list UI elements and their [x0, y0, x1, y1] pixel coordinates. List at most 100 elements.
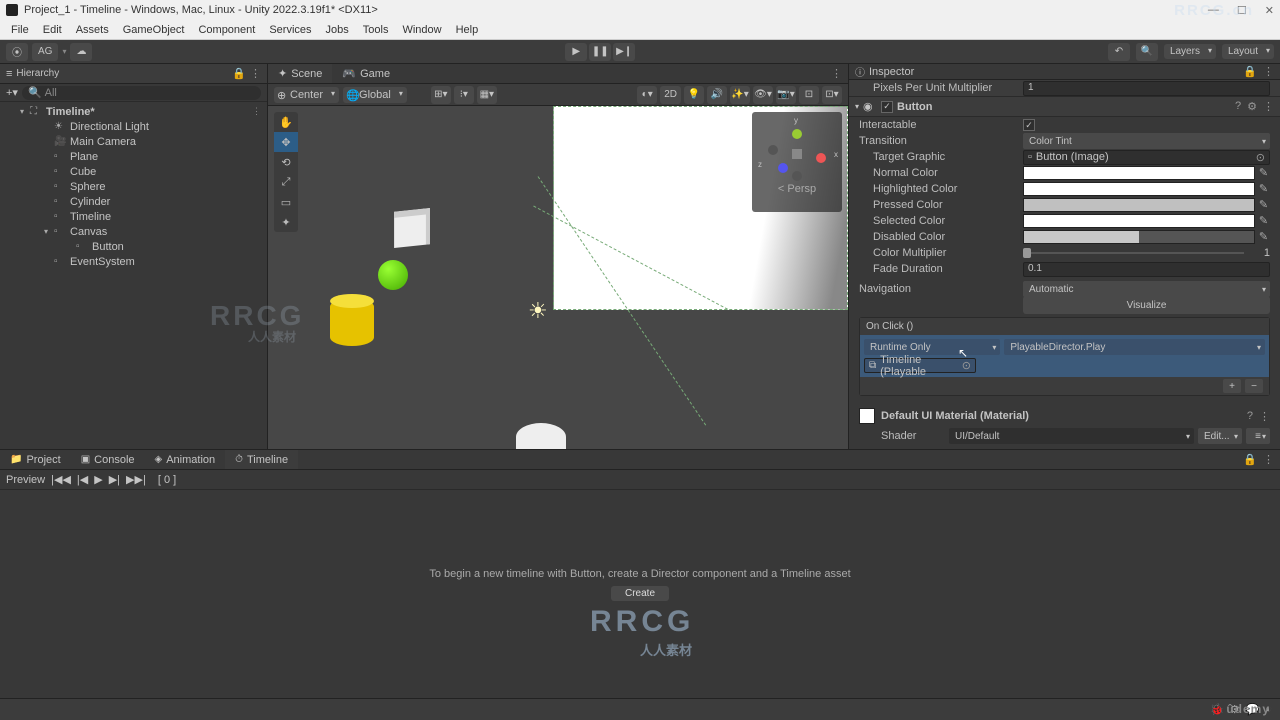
- pause-button[interactable]: ❚❚: [589, 43, 611, 61]
- space-dropdown[interactable]: 🌐Global: [343, 87, 407, 103]
- event-target-field[interactable]: ⧉ Timeline (Playable⊙: [864, 358, 976, 373]
- animation-tab[interactable]: ◈ Animation: [145, 450, 226, 469]
- menu-file[interactable]: File: [4, 24, 36, 36]
- inspector-tab[interactable]: Inspector: [869, 66, 914, 78]
- hand-tool[interactable]: ✋: [274, 112, 298, 132]
- material-header[interactable]: Default UI Material (Material) ?⋮: [859, 404, 1270, 428]
- gizmos-button-2[interactable]: ⊡▾: [822, 86, 842, 104]
- step-button[interactable]: ▶❙: [613, 43, 635, 61]
- x-axis-icon[interactable]: [816, 153, 826, 163]
- scene-cylinder[interactable]: [330, 298, 374, 346]
- fx-toggle[interactable]: ✨▾: [730, 86, 750, 104]
- menu-services[interactable]: Services: [262, 24, 318, 36]
- fade-duration-field[interactable]: 0.1: [1023, 262, 1270, 277]
- hierarchy-scene-row[interactable]: ▾⛶Timeline*⋮: [0, 104, 267, 119]
- add-event-button[interactable]: +: [1223, 379, 1241, 393]
- timeline-next-button[interactable]: ▶|: [109, 473, 120, 486]
- rect-tool[interactable]: ▭: [274, 192, 298, 212]
- hierarchy-menu-icon[interactable]: ⋮: [250, 67, 261, 80]
- eyedropper-icon[interactable]: ✎: [1257, 166, 1270, 180]
- hierarchy-item[interactable]: 🎥Main Camera: [0, 134, 267, 149]
- menu-jobs[interactable]: Jobs: [319, 24, 356, 36]
- hierarchy-item-button[interactable]: ▫Button: [0, 239, 267, 254]
- object-picker-icon[interactable]: ⊙: [962, 359, 971, 372]
- projection-label[interactable]: < Persp: [778, 183, 816, 195]
- z-axis-icon[interactable]: [778, 163, 788, 173]
- remove-event-button[interactable]: −: [1245, 379, 1263, 393]
- pressed-color-swatch[interactable]: [1023, 198, 1255, 212]
- help-icon[interactable]: ?: [1235, 100, 1241, 113]
- game-tab[interactable]: 🎮Game: [332, 64, 400, 83]
- timeline-prev-button[interactable]: |◀: [77, 473, 88, 486]
- scene-sphere-2[interactable]: [516, 423, 566, 449]
- shader-dropdown[interactable]: UI/Default: [949, 428, 1194, 444]
- function-dropdown[interactable]: PlayableDirector.Play: [1004, 339, 1265, 355]
- audio-toggle[interactable]: 🔊: [707, 86, 727, 104]
- play-button[interactable]: ▶: [565, 43, 587, 61]
- hierarchy-item[interactable]: ▫Cylinder: [0, 194, 267, 209]
- console-tab[interactable]: ▣ Console: [71, 450, 145, 469]
- timeline-frame-field[interactable]: 0: [164, 474, 170, 486]
- transform-tool[interactable]: ✦: [274, 212, 298, 232]
- transition-dropdown[interactable]: Color Tint: [1023, 133, 1270, 149]
- scene-cube[interactable]: [394, 208, 430, 248]
- interactable-checkbox[interactable]: ✓: [1023, 119, 1035, 131]
- menu-help[interactable]: Help: [449, 24, 486, 36]
- eyedropper-icon[interactable]: ✎: [1257, 182, 1270, 196]
- preset-icon[interactable]: ⚙: [1247, 100, 1257, 113]
- material-menu-icon[interactable]: ⋮: [1259, 410, 1270, 423]
- layers-dropdown[interactable]: Layers: [1164, 44, 1216, 59]
- visibility-toggle[interactable]: 👁▾: [753, 86, 773, 104]
- help-icon[interactable]: ?: [1247, 410, 1253, 423]
- draw-mode-button[interactable]: ◐▾: [637, 86, 657, 104]
- context-menu-icon[interactable]: ⋮: [252, 106, 267, 117]
- timeline-play-button[interactable]: ▶: [94, 473, 102, 486]
- selected-color-swatch[interactable]: [1023, 214, 1255, 228]
- status-bug-icon[interactable]: 🐞: [1210, 703, 1224, 716]
- cloud-button[interactable]: ☁: [70, 43, 92, 61]
- eyedropper-icon[interactable]: ✎: [1257, 230, 1270, 244]
- object-picker-icon[interactable]: ⊙: [1256, 151, 1265, 164]
- lighting-toggle[interactable]: 💡: [684, 86, 704, 104]
- bottom-lock-icon[interactable]: 🔒: [1243, 453, 1257, 466]
- bottom-menu-icon[interactable]: ⋮: [1263, 453, 1274, 466]
- menu-window[interactable]: Window: [395, 24, 448, 36]
- hierarchy-tab[interactable]: Hierarchy: [16, 68, 59, 79]
- inspector-menu-icon[interactable]: ⋮: [1263, 65, 1274, 78]
- gizmos-button-1[interactable]: ⊡: [799, 86, 819, 104]
- hierarchy-item[interactable]: ▫Sphere: [0, 179, 267, 194]
- timeline-create-button[interactable]: Create: [611, 586, 669, 601]
- hierarchy-item[interactable]: ☀Directional Light: [0, 119, 267, 134]
- menu-gameobject[interactable]: GameObject: [116, 24, 192, 36]
- navigation-dropdown[interactable]: Automatic: [1023, 281, 1270, 297]
- move-tool[interactable]: ✥: [274, 132, 298, 152]
- pixels-per-unit-field[interactable]: 1: [1023, 81, 1270, 96]
- hierarchy-item-canvas[interactable]: ▾▫Canvas: [0, 224, 267, 239]
- menu-assets[interactable]: Assets: [69, 24, 116, 36]
- preview-toggle[interactable]: Preview: [6, 474, 45, 486]
- eyedropper-icon[interactable]: ✎: [1257, 198, 1270, 212]
- scene-sphere[interactable]: [378, 260, 408, 290]
- hierarchy-item[interactable]: ▫Plane: [0, 149, 267, 164]
- hierarchy-create-button[interactable]: +▾: [6, 86, 18, 99]
- hierarchy-item[interactable]: ▫EventSystem: [0, 254, 267, 269]
- menu-component[interactable]: Component: [191, 24, 262, 36]
- undo-history-button[interactable]: ↶: [1108, 43, 1130, 61]
- color-multiplier-slider[interactable]: 1: [1023, 247, 1270, 259]
- shader-more-button[interactable]: ≡: [1246, 428, 1270, 444]
- timeline-last-button[interactable]: ▶▶|: [126, 473, 146, 486]
- menu-edit[interactable]: Edit: [36, 24, 69, 36]
- visualize-button[interactable]: Visualize: [1023, 296, 1270, 314]
- scene-tab[interactable]: ✦Scene: [268, 64, 332, 83]
- disabled-color-swatch[interactable]: [1023, 230, 1255, 244]
- search-button[interactable]: 🔍: [1136, 43, 1158, 61]
- pivot-dropdown[interactable]: ⊕Center: [274, 87, 339, 103]
- snap-settings-button[interactable]: ▦▾: [477, 86, 497, 104]
- orientation-gizmo[interactable]: y x z < Persp: [752, 112, 842, 212]
- account-label[interactable]: AG: [32, 43, 58, 61]
- timeline-first-button[interactable]: |◀◀: [51, 473, 71, 486]
- component-menu-icon[interactable]: ⋮: [1263, 100, 1274, 113]
- directional-light-gizmo[interactable]: ☀: [528, 298, 548, 324]
- eyedropper-icon[interactable]: ✎: [1257, 214, 1270, 228]
- target-graphic-field[interactable]: ▫Button (Image)⊙: [1023, 150, 1270, 165]
